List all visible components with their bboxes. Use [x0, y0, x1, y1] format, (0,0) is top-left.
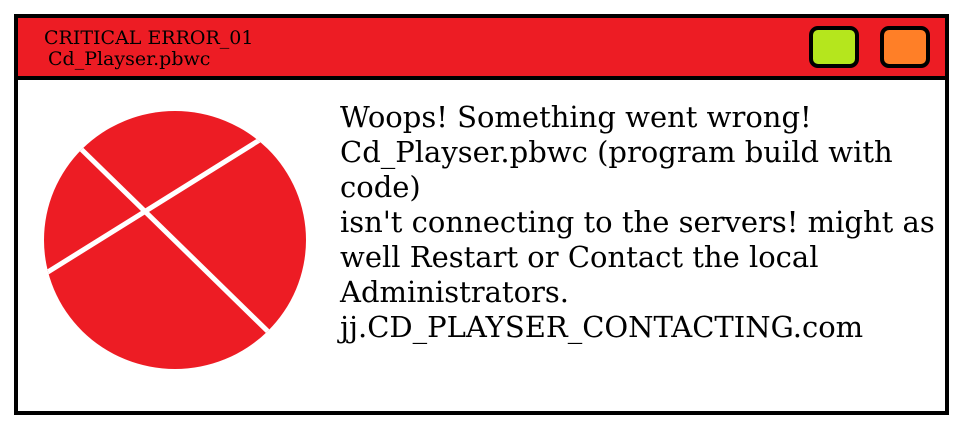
orange-window-button[interactable]: [880, 26, 930, 68]
error-cross-icon: [44, 111, 306, 369]
message-line: Cd_Playser.pbwc (program build with: [340, 135, 893, 169]
message-line: Woops! Something went wrong!: [340, 100, 812, 134]
contact-link-text: jj.CD_PLAYSER_CONTACTING.com: [340, 310, 864, 344]
title-bar[interactable]: CRITICAL ERROR_01 Cd_Playser.pbwc: [18, 18, 945, 80]
message-line: code): [340, 170, 421, 204]
green-window-button[interactable]: [809, 26, 859, 68]
error-dialog-window: CRITICAL ERROR_01 Cd_Playser.pbwc Woops!…: [14, 14, 949, 415]
message-line: Administrators.: [340, 275, 569, 309]
window-subtitle: Cd_Playser.pbwc: [48, 48, 211, 70]
window-title: CRITICAL ERROR_01: [44, 27, 254, 49]
message-line: isn't connecting to the servers! might a…: [340, 205, 935, 239]
title-text-block: CRITICAL ERROR_01 Cd_Playser.pbwc: [44, 28, 253, 70]
message-line: well Restart or Contact the local: [340, 240, 819, 274]
error-message: Woops! Something went wrong! Cd_Playser.…: [340, 100, 940, 345]
